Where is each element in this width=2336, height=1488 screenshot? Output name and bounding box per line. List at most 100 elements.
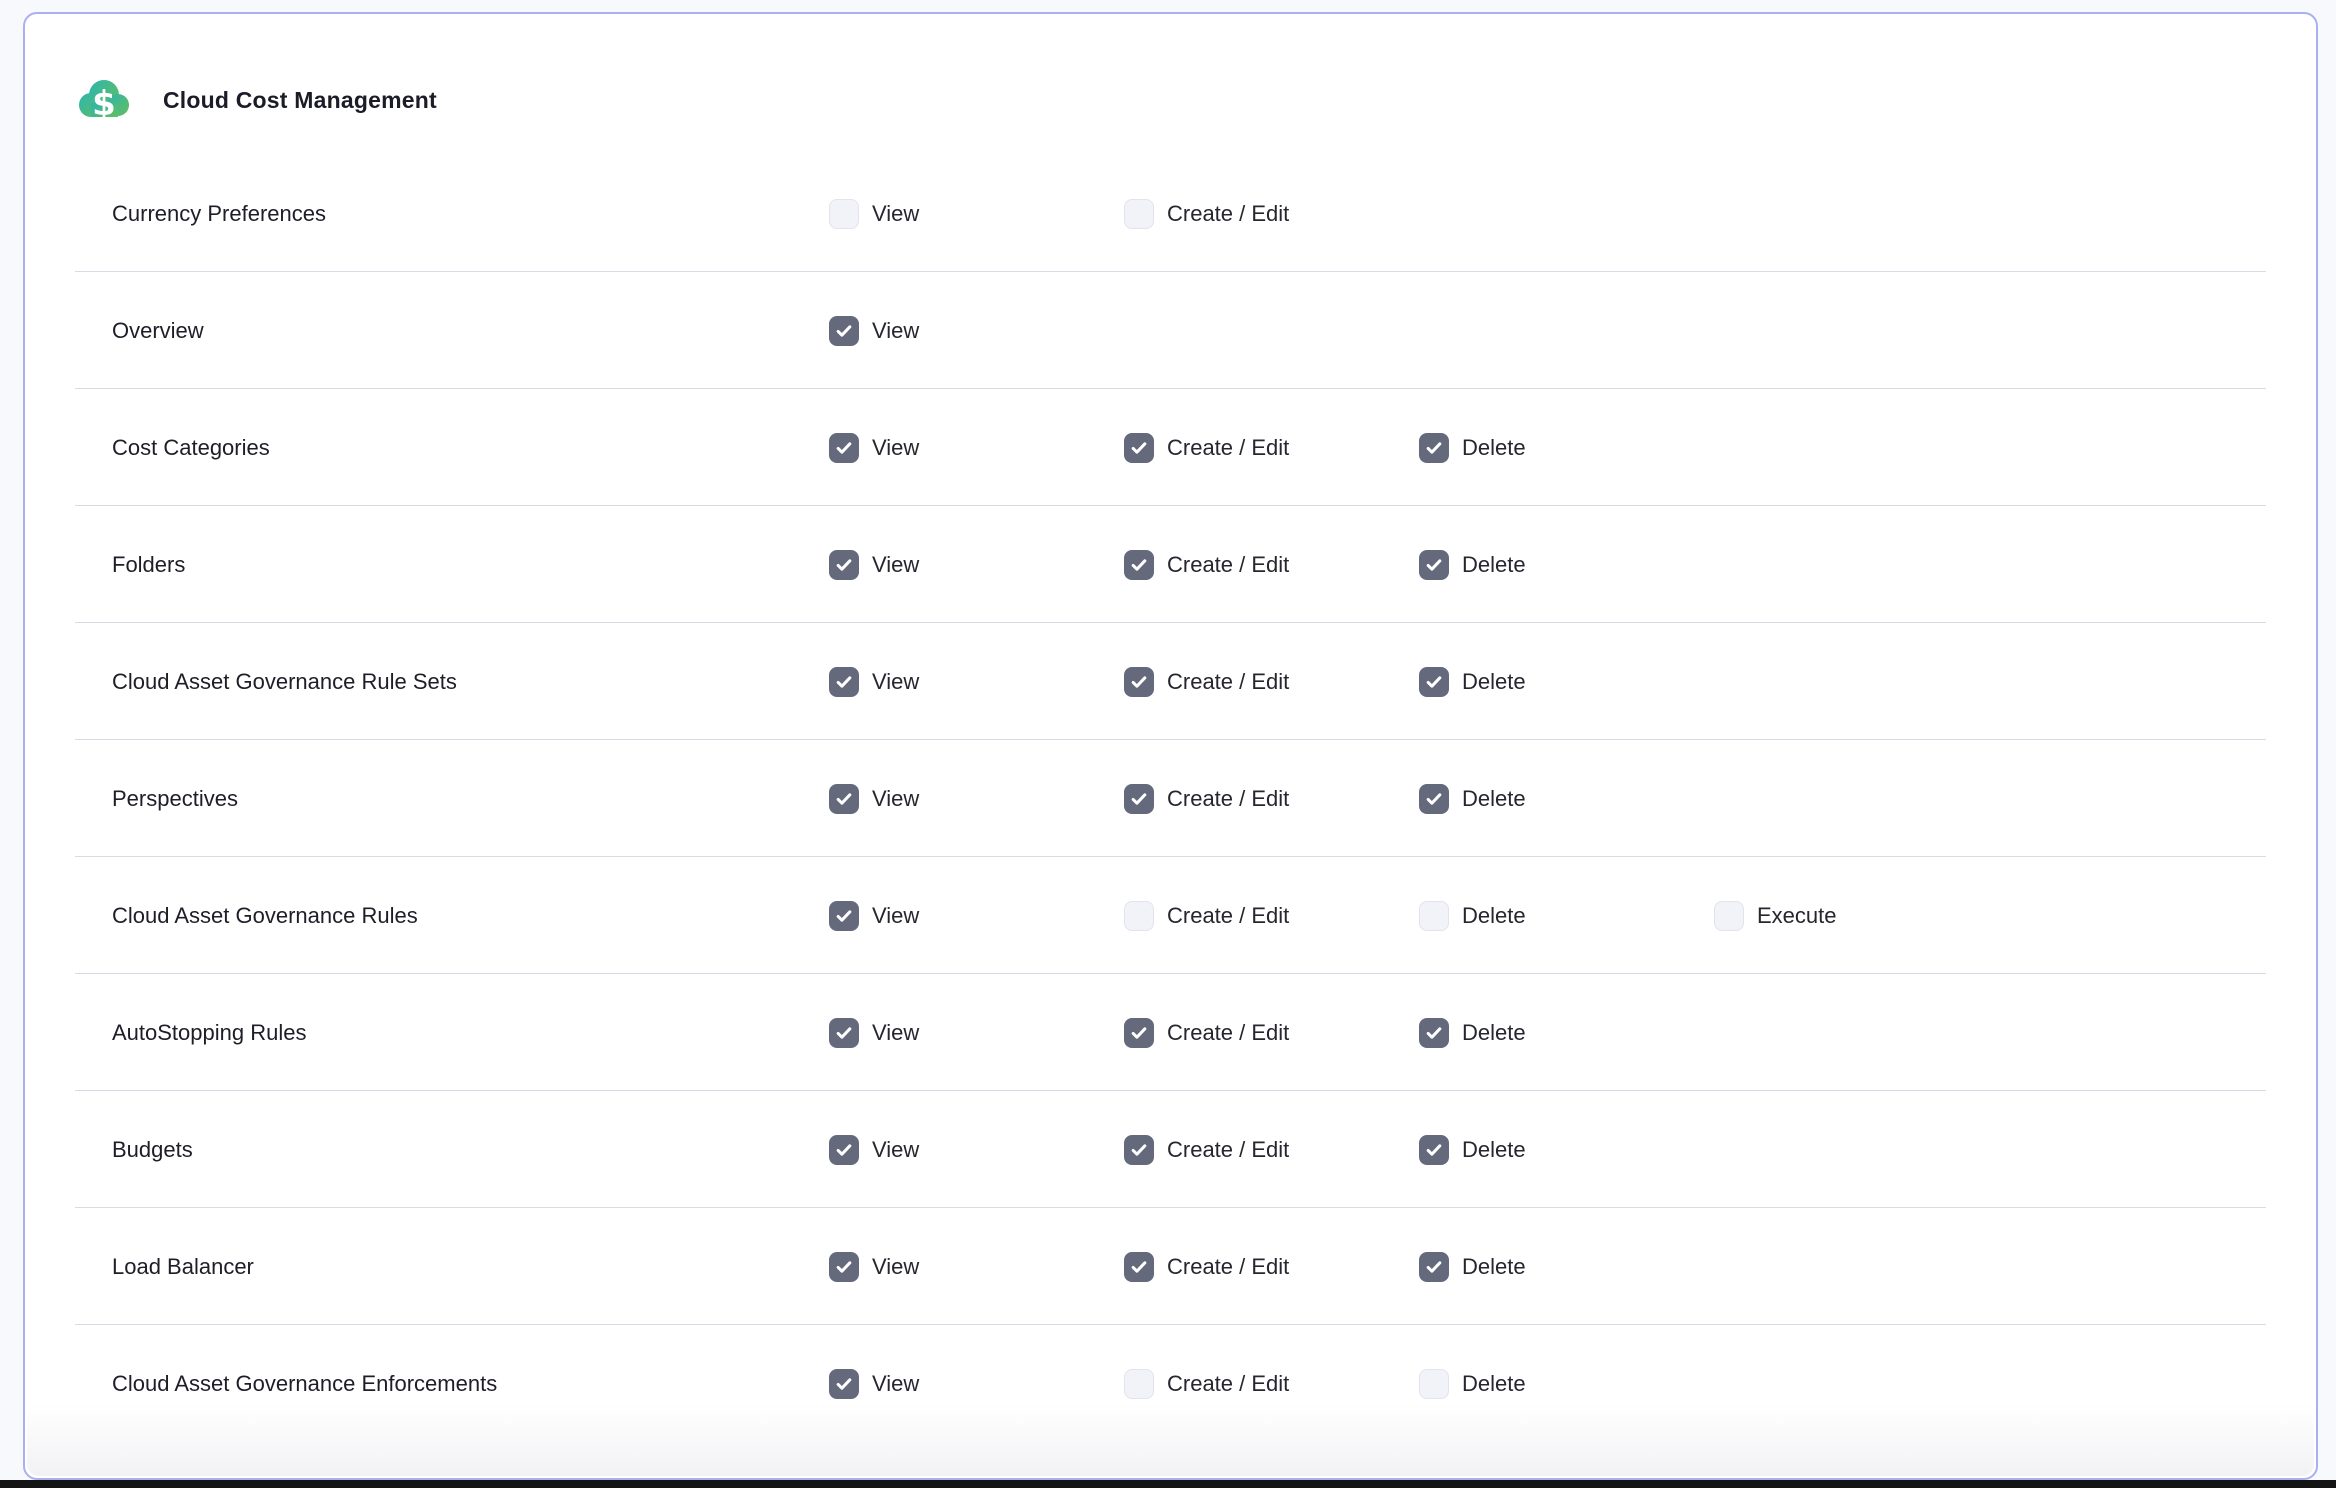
checkbox-icon[interactable] (829, 784, 859, 814)
checkbox-icon[interactable] (1419, 1369, 1449, 1399)
checkbox-label: Delete (1462, 1137, 1526, 1163)
permission-checkbox-create-edit[interactable]: Create / Edit (1124, 433, 1419, 463)
checkbox-label: Delete (1462, 552, 1526, 578)
permission-row-label: AutoStopping Rules (112, 1020, 829, 1046)
checkbox-icon[interactable] (829, 316, 859, 346)
checkmark-icon (1424, 1023, 1444, 1043)
permission-checkbox-delete[interactable]: Delete (1419, 667, 1714, 697)
checkbox-icon[interactable] (829, 1369, 859, 1399)
permission-checkbox-delete[interactable]: Delete (1419, 901, 1714, 931)
checkbox-icon[interactable] (1419, 550, 1449, 580)
checkbox-label: View (872, 201, 919, 227)
checkbox-icon[interactable] (1124, 1369, 1154, 1399)
permission-checkbox-create-edit[interactable]: Create / Edit (1124, 550, 1419, 580)
permission-row: AutoStopping Rules View Create / Edit De… (25, 974, 2316, 1091)
checkbox-icon[interactable] (829, 199, 859, 229)
permission-checkbox-delete[interactable]: Delete (1419, 550, 1714, 580)
permission-row-label: Cloud Asset Governance Rules (112, 903, 829, 929)
permission-checkbox-view[interactable]: View (829, 1252, 1124, 1282)
checkbox-icon[interactable] (829, 667, 859, 697)
permission-checkbox-create-edit[interactable]: Create / Edit (1124, 1369, 1419, 1399)
permission-checkbox-view[interactable]: View (829, 433, 1124, 463)
permission-checkbox-create-edit[interactable]: Create / Edit (1124, 901, 1419, 931)
permission-checkbox-delete[interactable]: Delete (1419, 1135, 1714, 1165)
permission-checkbox-view[interactable]: View (829, 1369, 1124, 1399)
checkbox-icon[interactable] (829, 901, 859, 931)
permission-checkbox-create-edit[interactable]: Create / Edit (1124, 667, 1419, 697)
permission-checkbox-create-edit[interactable]: Create / Edit (1124, 1135, 1419, 1165)
permission-checkbox-create-edit[interactable]: Create / Edit (1124, 1018, 1419, 1048)
permission-checkbox-view[interactable]: View (829, 1135, 1124, 1165)
checkbox-label: View (872, 1254, 919, 1280)
permission-checkbox-delete[interactable]: Delete (1419, 1252, 1714, 1282)
permission-checkbox-delete[interactable]: Delete (1419, 784, 1714, 814)
checkbox-icon[interactable] (829, 1135, 859, 1165)
checkbox-icon[interactable] (1124, 550, 1154, 580)
permission-row: Perspectives View Create / Edit Delete (25, 740, 2316, 857)
permission-row: Cloud Asset Governance Rules View Create… (25, 857, 2316, 974)
checkmark-icon (834, 906, 854, 926)
checkbox-icon[interactable] (829, 1252, 859, 1282)
checkbox-icon[interactable] (1124, 1252, 1154, 1282)
permission-checkbox-view[interactable]: View (829, 667, 1124, 697)
checkbox-label: View (872, 1371, 919, 1397)
page-title: Cloud Cost Management (163, 87, 437, 114)
checkbox-icon[interactable] (1124, 199, 1154, 229)
checkbox-icon[interactable] (829, 433, 859, 463)
checkbox-label: View (872, 1137, 919, 1163)
checkbox-label: View (872, 318, 919, 344)
permission-checkbox-create-edit[interactable]: Create / Edit (1124, 1252, 1419, 1282)
checkbox-icon[interactable] (1419, 784, 1449, 814)
checkbox-label: Create / Edit (1167, 435, 1289, 461)
checkbox-label: View (872, 552, 919, 578)
permission-checkbox-view[interactable]: View (829, 550, 1124, 580)
permission-row-label: Perspectives (112, 786, 829, 812)
checkbox-label: Create / Edit (1167, 669, 1289, 695)
checkmark-icon (834, 555, 854, 575)
permission-checkbox-view[interactable]: View (829, 316, 1124, 346)
checkmark-icon (1129, 1140, 1149, 1160)
checkbox-label: Delete (1462, 435, 1526, 461)
permission-checkbox-create-edit[interactable]: Create / Edit (1124, 784, 1419, 814)
permission-row-label: Currency Preferences (112, 201, 829, 227)
checkbox-label: Execute (1757, 903, 1837, 929)
permission-checkbox-delete[interactable]: Delete (1419, 433, 1714, 463)
permission-checkbox-execute[interactable]: Execute (1714, 901, 2316, 931)
permission-checkbox-delete[interactable]: Delete (1419, 1369, 1714, 1399)
checkbox-icon[interactable] (1419, 1252, 1449, 1282)
checkbox-label: Delete (1462, 1371, 1526, 1397)
checkbox-icon[interactable] (1419, 667, 1449, 697)
checkmark-icon (1424, 1140, 1444, 1160)
checkbox-label: Create / Edit (1167, 552, 1289, 578)
checkbox-icon[interactable] (1419, 433, 1449, 463)
checkbox-icon[interactable] (1419, 1018, 1449, 1048)
checkbox-icon[interactable] (829, 1018, 859, 1048)
permission-checkbox-create-edit[interactable]: Create / Edit (1124, 199, 1419, 229)
checkmark-icon (1424, 555, 1444, 575)
permission-checkbox-view[interactable]: View (829, 199, 1124, 229)
permission-row-label: Cloud Asset Governance Enforcements (112, 1371, 829, 1397)
checkbox-icon[interactable] (1714, 901, 1744, 931)
permission-checkbox-view[interactable]: View (829, 784, 1124, 814)
checkmark-icon (834, 672, 854, 692)
permission-row: Currency Preferences View Create / Edit (25, 155, 2316, 272)
permission-checkbox-view[interactable]: View (829, 1018, 1124, 1048)
checkbox-icon[interactable] (1124, 1135, 1154, 1165)
permission-row-label: Overview (112, 318, 829, 344)
permission-checkbox-view[interactable]: View (829, 901, 1124, 931)
checkbox-icon[interactable] (1124, 784, 1154, 814)
checkbox-icon[interactable] (1419, 1135, 1449, 1165)
checkbox-icon[interactable] (1419, 901, 1449, 931)
permission-checkbox-delete[interactable]: Delete (1419, 1018, 1714, 1048)
checkbox-label: View (872, 1020, 919, 1046)
cloud-dollar-icon: $ (77, 68, 131, 132)
checkbox-icon[interactable] (1124, 1018, 1154, 1048)
permission-row: Folders View Create / Edit Delete (25, 506, 2316, 623)
checkbox-icon[interactable] (1124, 667, 1154, 697)
checkbox-icon[interactable] (1124, 433, 1154, 463)
checkmark-icon (834, 1257, 854, 1277)
checkmark-icon (1129, 1023, 1149, 1043)
checkbox-icon[interactable] (1124, 901, 1154, 931)
checkbox-icon[interactable] (829, 550, 859, 580)
permission-row-label: Cloud Asset Governance Rule Sets (112, 669, 829, 695)
